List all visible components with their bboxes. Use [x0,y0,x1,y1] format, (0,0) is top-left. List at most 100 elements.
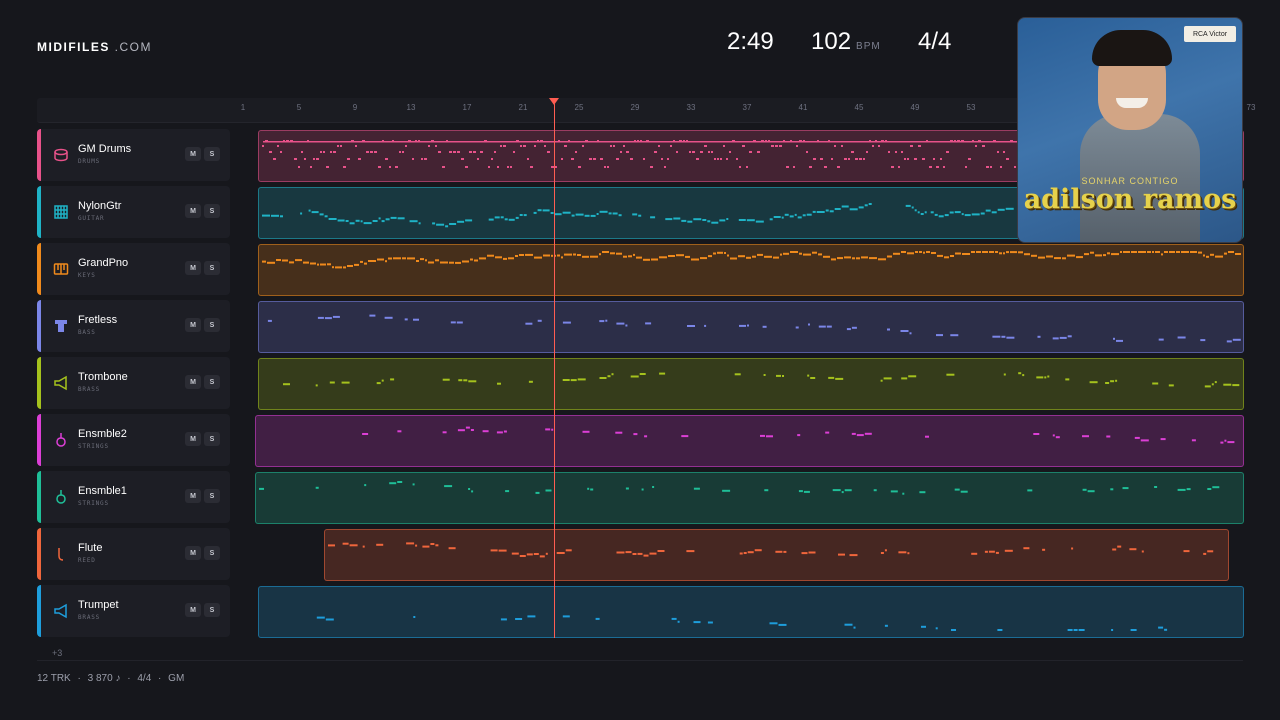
track-name: GM Drums [78,143,132,155]
midi-note [907,252,914,255]
midi-note [739,324,746,327]
solo-button[interactable]: S [204,603,220,617]
midi-note [659,372,666,375]
midi-note [571,214,575,217]
track-header[interactable]: GM Drums DRUMS M S [37,129,230,181]
track-lane[interactable] [255,415,1244,467]
track-lane[interactable] [258,244,1244,296]
midi-note [949,211,954,214]
mute-button[interactable]: M [185,546,201,560]
midi-note [895,151,897,153]
midi-note [276,259,281,261]
solo-button[interactable]: S [204,318,220,332]
more-tracks-indicator[interactable]: +3 [52,648,62,658]
midi-note [643,554,649,557]
midi-note [687,220,693,223]
midi-note [533,553,539,555]
midi-note [332,315,340,318]
midi-note [1078,629,1085,631]
track-lane[interactable] [258,358,1244,410]
track-category: BRASS [78,614,101,621]
solo-button[interactable]: S [204,432,220,446]
midi-note [326,166,329,168]
mute-button[interactable]: M [185,603,201,617]
midi-note [980,212,985,215]
track-lane[interactable] [258,586,1244,638]
mute-button[interactable]: M [185,375,201,389]
ruler-bar-label: 29 [630,103,640,112]
midi-note [707,220,711,223]
playhead[interactable] [553,104,555,638]
track-lane[interactable] [324,529,1229,581]
midi-note [301,151,303,153]
track-header[interactable]: Trombone BRASS M S [37,357,230,409]
midi-note [644,435,648,438]
track-header[interactable]: NylonGtr GUITAR M S [37,186,230,238]
solo-button[interactable]: S [204,489,220,503]
midi-note [462,260,469,263]
midi-note [887,255,892,258]
midi-note [450,321,456,324]
midi-note [457,429,465,432]
midi-note [313,158,315,160]
midi-note [900,330,909,332]
midi-note [610,252,615,255]
track-header[interactable]: Fretless BASS M S [37,300,230,352]
midi-note [901,251,906,253]
midi-note [749,151,752,153]
track-header[interactable]: Ensmble1 STRINGS M S [37,471,230,523]
midi-note [474,259,478,262]
ruler-bar-label: 33 [686,103,696,112]
mute-button[interactable]: M [185,318,201,332]
note-clip [259,481,1220,495]
midi-note [442,378,450,381]
track-header[interactable]: GrandPno KEYS M S [37,243,230,295]
track-header[interactable]: Flute REED M S [37,528,230,580]
midi-note [773,216,781,218]
midi-note [909,332,912,335]
midi-note [607,375,611,378]
midi-note [409,220,418,223]
midi-note [816,211,825,213]
mute-button[interactable]: M [185,261,201,275]
midi-note [794,213,797,216]
midi-note [280,215,283,218]
track-category: BASS [78,329,96,336]
playhead-handle[interactable] [548,98,559,105]
midi-note [468,488,471,490]
midi-note [914,158,917,160]
mute-button[interactable]: M [185,204,201,218]
track-header[interactable]: Ensmble2 STRINGS M S [37,414,230,466]
solo-button[interactable]: S [204,204,220,218]
midi-note [713,252,716,255]
track-lane[interactable] [258,301,1244,353]
track-header[interactable]: Trumpet BRASS M S [37,585,230,637]
midi-note [618,214,622,217]
solo-button[interactable]: S [204,546,220,560]
midi-note [623,145,625,147]
midi-note [368,260,376,262]
midi-note [633,253,635,256]
mute-button[interactable]: M [185,432,201,446]
midi-note [757,253,763,256]
solo-button[interactable]: S [204,147,220,161]
midi-note [378,217,381,220]
midi-note [463,379,468,382]
midi-note [1036,376,1044,379]
midi-note [650,216,656,219]
mute-button[interactable]: M [185,489,201,503]
midi-note [1010,251,1017,254]
midi-note [798,490,803,493]
midi-note [1082,435,1089,438]
solo-button[interactable]: S [204,261,220,275]
midi-note [868,203,872,205]
track-lane[interactable] [255,472,1244,524]
midi-note [533,211,537,214]
mute-button[interactable]: M [185,147,201,161]
midi-note [652,486,655,488]
midi-note [926,251,930,253]
solo-button[interactable]: S [204,375,220,389]
midi-note [693,218,702,221]
midi-note [786,166,789,168]
midi-note [693,621,701,624]
